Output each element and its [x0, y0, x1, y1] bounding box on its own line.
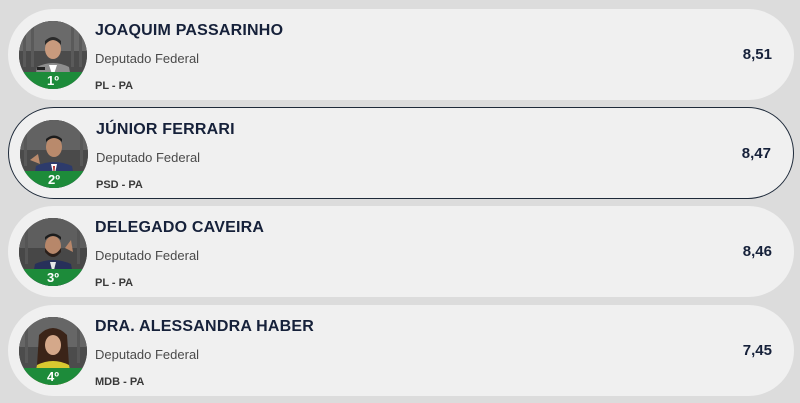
- avatar: 4º: [19, 317, 87, 385]
- politician-party: PL - PA: [95, 277, 134, 289]
- ranking-card-2[interactable]: 2º JÚNIOR FERRARI Deputado Federal PSD -…: [8, 107, 794, 199]
- avatar: 2º: [20, 120, 88, 188]
- score-value: 8,46: [742, 243, 772, 260]
- politician-role: Deputado Federal: [96, 150, 201, 165]
- rank-badge: 4º: [19, 368, 87, 385]
- rank-badge: 3º: [19, 269, 87, 286]
- avatar: 3º: [19, 218, 87, 286]
- score-value: 8,47: [741, 145, 771, 162]
- politician-role: Deputado Federal: [95, 51, 200, 66]
- rank-badge: 2º: [20, 171, 88, 188]
- politician-name: JÚNIOR FERRARI: [96, 121, 235, 138]
- ranking-card-4[interactable]: 4º DRA. ALESSANDRA HABER Deputado Federa…: [8, 305, 794, 396]
- politician-party: PSD - PA: [96, 179, 143, 191]
- politician-name: DRA. ALESSANDRA HABER: [95, 318, 315, 335]
- score-value: 7,45: [742, 342, 772, 359]
- ranking-card-1[interactable]: 1º JOAQUIM PASSARINHO Deputado Federal P…: [8, 9, 794, 100]
- politician-name: JOAQUIM PASSARINHO: [95, 22, 284, 39]
- rank-badge: 1º: [19, 72, 87, 89]
- avatar: 1º: [19, 21, 87, 89]
- politician-role: Deputado Federal: [95, 248, 200, 263]
- ranking-card-3[interactable]: 3º DELEGADO CAVEIRA Deputado Federal PL …: [8, 206, 794, 297]
- politician-name: DELEGADO CAVEIRA: [95, 219, 265, 236]
- politician-party: MDB - PA: [95, 376, 145, 388]
- ranking-list: 1º JOAQUIM PASSARINHO Deputado Federal P…: [0, 0, 800, 403]
- score-value: 8,51: [742, 46, 772, 63]
- politician-party: PL - PA: [95, 80, 134, 92]
- politician-role: Deputado Federal: [95, 347, 200, 362]
